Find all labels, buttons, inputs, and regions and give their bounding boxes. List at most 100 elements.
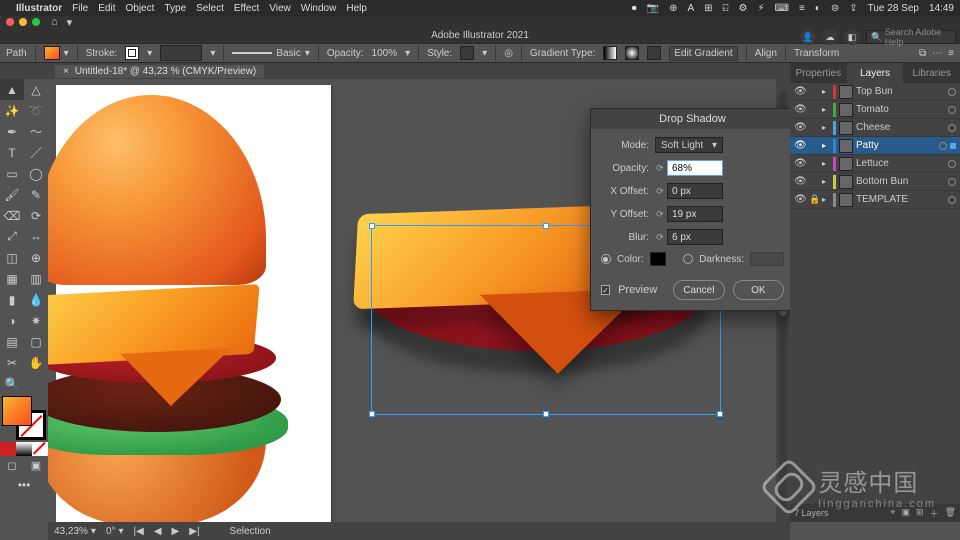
- menubar-time[interactable]: 14:49: [929, 3, 954, 14]
- zoom-tool[interactable]: 🔍: [0, 373, 24, 394]
- status-icon[interactable]: ◐: [815, 3, 821, 14]
- status-icon[interactable]: 📷: [647, 3, 659, 14]
- layer-row[interactable]: 👁▸Lettuce: [790, 155, 960, 173]
- cloud-icon[interactable]: ☁: [822, 29, 838, 45]
- layer-name[interactable]: Cheese: [856, 122, 945, 133]
- user-avatar[interactable]: 👤: [800, 29, 816, 45]
- stroke-swatch[interactable]: [125, 46, 139, 60]
- layer-name[interactable]: Lettuce: [856, 158, 945, 169]
- shadow-color-swatch[interactable]: [650, 252, 666, 266]
- brush-definition[interactable]: Basic▾: [232, 48, 309, 59]
- delete-layer-icon[interactable]: 🗑: [945, 507, 956, 520]
- status-icon[interactable]: ⌨︎: [775, 3, 789, 14]
- rotate-view[interactable]: 0° ▾: [106, 526, 124, 537]
- target-icon[interactable]: [948, 160, 956, 168]
- visibility-toggle[interactable]: 👁: [794, 194, 806, 205]
- resize-handle[interactable]: [369, 223, 375, 229]
- yoffset-input[interactable]: 19 px: [667, 206, 723, 222]
- app-menu-illustrator[interactable]: Illustrator: [16, 3, 62, 14]
- column-graph-tool[interactable]: ▤: [0, 331, 24, 352]
- magic-wand-tool[interactable]: ✨: [0, 100, 24, 121]
- width-tool[interactable]: ⇔: [24, 226, 48, 247]
- direct-selection-tool[interactable]: △: [24, 79, 48, 100]
- target-icon[interactable]: [948, 88, 956, 96]
- status-icon[interactable]: ⚙: [739, 3, 748, 14]
- gradient-radial[interactable]: [625, 46, 639, 60]
- type-tool[interactable]: T: [0, 142, 24, 163]
- status-control-center-icon[interactable]: ⇪: [849, 3, 857, 14]
- menu-edit[interactable]: Edit: [98, 3, 115, 14]
- target-icon[interactable]: [948, 124, 956, 132]
- color-radio[interactable]: [601, 254, 611, 264]
- panel-menu-icon[interactable]: ≡: [948, 48, 954, 59]
- visibility-toggle[interactable]: 👁: [794, 86, 806, 97]
- scale-tool[interactable]: ⤢: [0, 226, 24, 247]
- chevron-down-icon[interactable]: ▾: [67, 16, 73, 29]
- fill-color[interactable]: [2, 396, 32, 426]
- status-wifi-icon[interactable]: ≡: [799, 3, 805, 14]
- fill-stroke-indicator[interactable]: [2, 396, 46, 440]
- menu-help[interactable]: Help: [346, 3, 367, 14]
- edit-toolbar-button[interactable]: •••: [0, 474, 48, 495]
- transform-label[interactable]: Transform: [794, 48, 839, 59]
- status-icon[interactable]: A: [687, 3, 694, 14]
- hand-tool[interactable]: ✋: [24, 352, 48, 373]
- ok-button[interactable]: OK: [733, 280, 784, 300]
- link-icon[interactable]: ⟳: [655, 230, 665, 244]
- gradient-freeform[interactable]: [647, 46, 661, 60]
- menubar-date[interactable]: Tue 28 Sep: [868, 3, 919, 14]
- tab-properties[interactable]: Properties: [790, 63, 847, 83]
- recolor-icon[interactable]: ◎: [504, 48, 513, 59]
- menu-window[interactable]: Window: [301, 3, 337, 14]
- layer-row[interactable]: 👁🔒▸TEMPLATE: [790, 191, 960, 209]
- disclosure-icon[interactable]: ▸: [822, 105, 830, 114]
- paintbrush-tool[interactable]: 🖌: [0, 184, 24, 205]
- gradient-linear[interactable]: [603, 46, 617, 60]
- menu-effect[interactable]: Effect: [234, 3, 259, 14]
- status-icon[interactable]: ⍇: [723, 3, 729, 14]
- blur-input[interactable]: 6 px: [667, 229, 723, 245]
- target-icon[interactable]: [948, 196, 956, 204]
- slice-tool[interactable]: ✂: [0, 352, 24, 373]
- document-tab[interactable]: × Untitled-18* @ 43,23 % (CMYK/Preview): [55, 65, 264, 78]
- layer-row[interactable]: 👁▸Cheese: [790, 119, 960, 137]
- status-icon[interactable]: ⏺: [632, 3, 637, 14]
- curvature-tool[interactable]: ～: [24, 121, 48, 142]
- graphic-style[interactable]: [460, 46, 474, 60]
- menu-file[interactable]: File: [72, 3, 88, 14]
- resize-handle[interactable]: [543, 411, 549, 417]
- options-bar-more[interactable]: ⋯: [932, 48, 942, 59]
- minimize-window[interactable]: [19, 18, 27, 26]
- link-icon[interactable]: ⟳: [655, 207, 665, 221]
- target-icon[interactable]: [939, 142, 947, 150]
- symbol-sprayer-tool[interactable]: ✷: [24, 310, 48, 331]
- disclosure-icon[interactable]: ▸: [822, 123, 830, 132]
- opacity-input[interactable]: 68%: [667, 160, 723, 176]
- fill-swatch[interactable]: ▾: [44, 46, 69, 60]
- eyedropper-tool[interactable]: 💧: [24, 289, 48, 310]
- menu-type[interactable]: Type: [164, 3, 186, 14]
- color-mode-color[interactable]: [0, 442, 16, 456]
- status-icon[interactable]: ⊞: [704, 3, 712, 14]
- xoffset-input[interactable]: 0 px: [667, 183, 723, 199]
- artboard-nav-first[interactable]: |◀: [134, 526, 144, 537]
- rotate-tool[interactable]: ⟳: [24, 205, 48, 226]
- preview-checkbox[interactable]: [601, 285, 610, 295]
- layer-name[interactable]: TEMPLATE: [856, 194, 945, 205]
- artboard-nav-last[interactable]: ▶|: [189, 526, 199, 537]
- cancel-button[interactable]: Cancel: [673, 280, 724, 300]
- resize-handle[interactable]: [369, 411, 375, 417]
- ellipse-tool[interactable]: ◯: [24, 163, 48, 184]
- disclosure-icon[interactable]: ▸: [822, 195, 830, 204]
- disclosure-icon[interactable]: ▸: [822, 141, 830, 150]
- tab-layers[interactable]: Layers: [847, 63, 904, 83]
- artboard-nav-next[interactable]: ▶: [172, 526, 180, 537]
- opacity-value[interactable]: 100%: [372, 48, 398, 59]
- edit-gradient-button[interactable]: Edit Gradient: [669, 46, 737, 61]
- color-mode-gradient[interactable]: [16, 442, 32, 456]
- draw-mode[interactable]: ◻: [0, 456, 24, 474]
- visibility-toggle[interactable]: 👁: [794, 176, 806, 187]
- layer-name[interactable]: Patty: [856, 140, 936, 151]
- resize-handle[interactable]: [543, 223, 549, 229]
- search-help-input[interactable]: 🔍 Search Adobe Help: [866, 30, 956, 44]
